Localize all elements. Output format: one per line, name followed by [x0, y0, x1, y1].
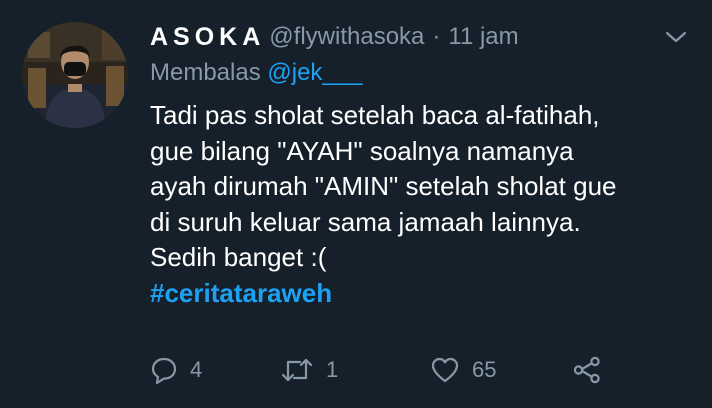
tweet-text: Tadi pas sholat setelah baca al-fatihah,… — [150, 98, 692, 311]
tweet-actions: 4 1 65 — [150, 355, 602, 385]
retweet-button[interactable]: 1 — [280, 356, 430, 384]
heart-icon — [431, 357, 459, 383]
tweet-text-line: Sedih banget :( — [150, 242, 327, 272]
timestamp[interactable]: 11 jam — [448, 23, 518, 51]
user-handle[interactable]: @flywithasoka — [269, 23, 424, 51]
retweet-count: 1 — [326, 357, 339, 382]
share-button[interactable] — [572, 355, 602, 385]
separator-dot: · — [432, 23, 441, 50]
tweet-header: ASOKA @flywithasoka · 11 jam — [150, 20, 692, 54]
reply-count: 4 — [190, 357, 203, 382]
tweet[interactable]: ASOKA @flywithasoka · 11 jam Membalas @j… — [0, 0, 712, 408]
like-count: 65 — [472, 357, 497, 382]
tweet-text-line: ayah dirumah "AMIN" setelah sholat gue — [150, 171, 617, 201]
reply-context: Membalas @jek___ — [150, 58, 692, 88]
chevron-down-icon — [665, 31, 687, 43]
reply-icon — [151, 357, 177, 384]
hashtag-link[interactable]: #ceritataraweh — [150, 276, 692, 312]
reply-prefix: Membalas — [150, 59, 261, 86]
more-options-button[interactable] — [660, 24, 692, 50]
tweet-content: ASOKA @flywithasoka · 11 jam Membalas @j… — [150, 20, 692, 311]
tweet-text-line: Tadi pas sholat setelah baca al-fatihah, — [150, 100, 600, 130]
reply-button[interactable]: 4 — [150, 356, 280, 384]
avatar[interactable] — [22, 22, 128, 128]
share-icon — [573, 356, 600, 384]
display-name[interactable]: ASOKA — [150, 23, 265, 52]
tweet-text-line: di suruh keluar sama jamaah lainnya. — [150, 206, 581, 237]
reply-mention-link[interactable]: @jek___ — [267, 59, 362, 86]
retweet-icon — [281, 358, 313, 382]
tweet-text-line: gue bilang "AYAH" soalnya namanya — [150, 135, 574, 166]
like-button[interactable]: 65 — [430, 356, 572, 384]
